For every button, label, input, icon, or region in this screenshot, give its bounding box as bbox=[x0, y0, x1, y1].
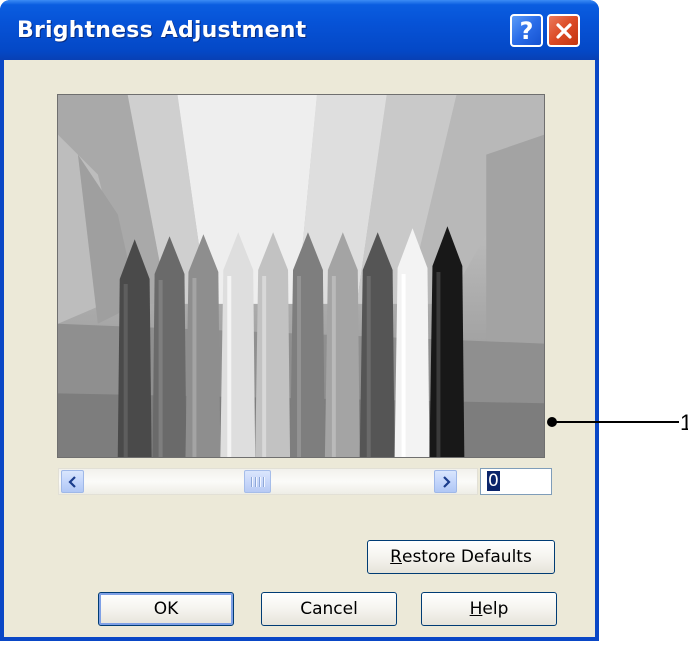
chevron-right-icon bbox=[442, 475, 451, 488]
callout-number: 1 bbox=[680, 410, 688, 435]
grip-icon bbox=[250, 476, 265, 487]
callout-line bbox=[552, 421, 679, 423]
ok-button[interactable]: OK bbox=[98, 592, 234, 626]
window-title: Brightness Adjustment bbox=[17, 18, 307, 43]
title-bar[interactable]: Brightness Adjustment ? bbox=[0, 0, 599, 60]
cancel-button[interactable]: Cancel bbox=[261, 592, 397, 626]
restore-label: estore Defaults bbox=[401, 547, 532, 567]
question-mark-icon: ? bbox=[519, 16, 534, 45]
brightness-value-field[interactable]: 0 bbox=[480, 468, 552, 495]
preview-picture bbox=[58, 95, 544, 457]
help-caption-button[interactable]: ? bbox=[510, 14, 543, 47]
brightness-slider-thumb[interactable] bbox=[244, 470, 271, 493]
slider-right-button[interactable] bbox=[434, 470, 457, 493]
restore-mnemonic: R bbox=[390, 547, 402, 567]
help-label: elp bbox=[482, 599, 509, 619]
image-preview bbox=[57, 94, 545, 458]
restore-defaults-button[interactable]: Restore Defaults bbox=[367, 540, 555, 574]
close-icon bbox=[555, 22, 572, 39]
close-button[interactable] bbox=[547, 14, 580, 47]
help-mnemonic: H bbox=[469, 599, 483, 619]
slider-left-button[interactable] bbox=[61, 470, 84, 493]
callout-dot bbox=[547, 417, 557, 427]
dialog-client-area: 0 Restore Defaults OK Cancel Help bbox=[4, 60, 595, 637]
help-button[interactable]: Help bbox=[421, 592, 557, 626]
brightness-value-text: 0 bbox=[487, 471, 500, 491]
chevron-left-icon bbox=[67, 475, 76, 488]
brightness-dialog: Brightness Adjustment ? 0 R estore Defau… bbox=[0, 0, 599, 641]
